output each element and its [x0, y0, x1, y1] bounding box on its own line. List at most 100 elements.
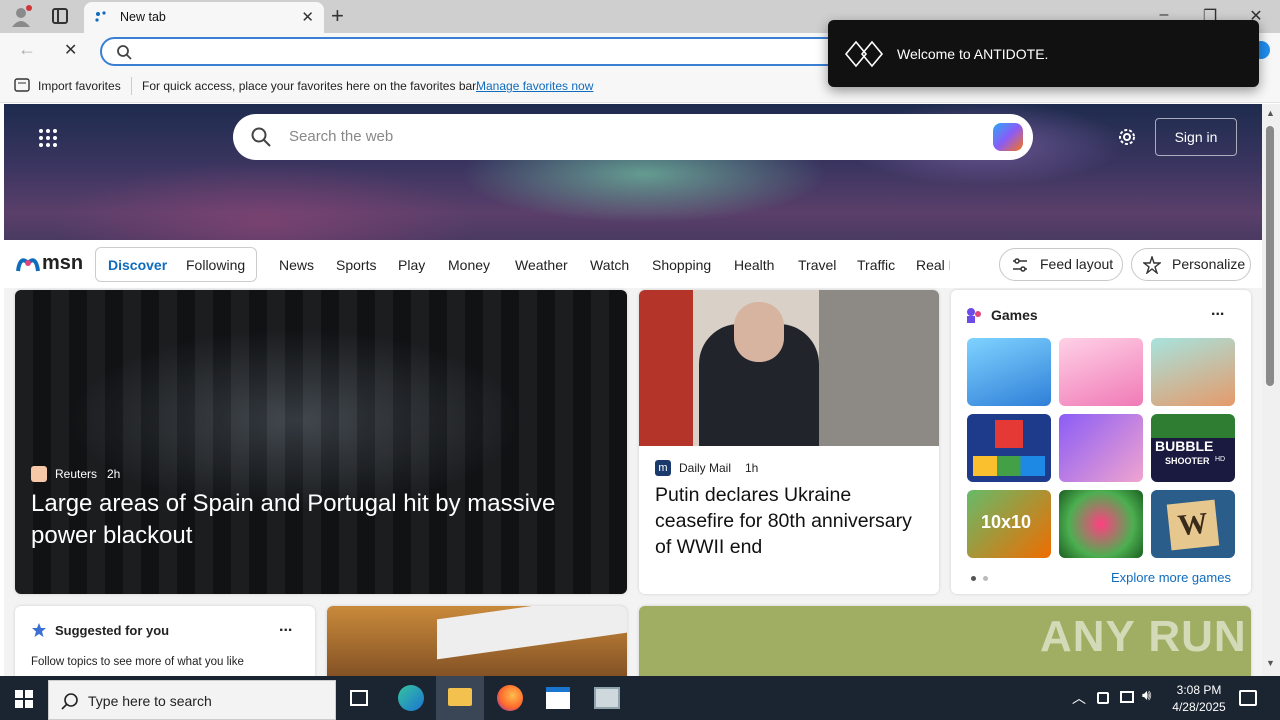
sign-in-button[interactable]: Sign in	[1155, 118, 1237, 156]
game-tile-hospital[interactable]	[1151, 338, 1235, 406]
games-icon	[967, 308, 981, 323]
file-explorer-icon[interactable]	[436, 676, 484, 720]
import-favorites-button[interactable]: Import favorites	[38, 79, 121, 93]
msn-butterfly-icon	[16, 258, 40, 272]
manage-favorites-link[interactable]: Manage favorites now	[476, 79, 593, 93]
w-text: W	[1176, 506, 1210, 543]
main-story-card[interactable]: Reuters 2h Large areas of Spain and Port…	[15, 290, 627, 594]
game-tile-10x10[interactable]: 10x10	[967, 490, 1051, 558]
profile-icon[interactable]	[10, 5, 32, 27]
game-tile-bubble-shooter[interactable]: BUBBLE SHOOTER HD	[1151, 414, 1235, 482]
import-favorites-icon	[14, 78, 30, 92]
volume-icon[interactable]: 🔊︎	[1142, 687, 1151, 704]
tab-following[interactable]: Following	[186, 257, 245, 273]
apps-grid-icon[interactable]	[38, 128, 58, 148]
nav-money[interactable]: Money	[448, 257, 490, 273]
suggested-more-icon[interactable]: ...	[279, 618, 292, 636]
games-title: Games	[991, 307, 1038, 323]
feed-layout-button[interactable]: Feed layout	[999, 248, 1123, 281]
stop-icon[interactable]: ✕	[64, 40, 77, 60]
game-tile-block-puzzle[interactable]	[967, 414, 1051, 482]
close-tab-icon[interactable]: ✕	[301, 8, 314, 26]
tab-discover[interactable]: Discover	[108, 257, 167, 273]
antidote-toast[interactable]: Welcome to ANTIDOTE.	[828, 20, 1259, 87]
nav-news[interactable]: News	[279, 257, 314, 273]
scroll-thumb[interactable]	[1266, 126, 1274, 386]
games-more-icon[interactable]: ...	[1211, 302, 1224, 320]
tray-app-icon[interactable]	[1097, 692, 1109, 704]
carousel-dot-active[interactable]	[971, 576, 976, 581]
carousel-dot[interactable]	[983, 576, 988, 581]
nav-traffic[interactable]: Traffic	[857, 257, 895, 273]
second-story-card[interactable]: m Daily Mail 1h Putin declares Ukraine c…	[639, 290, 939, 594]
task-view-icon[interactable]	[350, 690, 368, 706]
settings-gear-icon[interactable]	[1116, 126, 1138, 148]
nav-real-estate[interactable]: Real E	[916, 257, 950, 273]
explore-games-link[interactable]: Explore more games	[1111, 570, 1231, 585]
address-input[interactable]	[100, 37, 860, 66]
clock-date[interactable]: 4/28/2025	[1166, 700, 1232, 714]
search-icon	[117, 45, 132, 60]
nav-play[interactable]: Play	[398, 257, 425, 273]
sliders-icon	[1013, 258, 1027, 272]
nav-watch[interactable]: Watch	[590, 257, 629, 273]
game-tile-makeup[interactable]	[1059, 414, 1143, 482]
personalize-button[interactable]: Personalize	[1131, 248, 1251, 281]
shooter-text: SHOOTER	[1165, 456, 1210, 466]
tray-chevron-icon[interactable]: ︿	[1072, 688, 1086, 708]
tab-actions-icon[interactable]	[52, 8, 68, 24]
msn-logo[interactable]: msn	[16, 250, 84, 276]
suggested-body: Follow topics to see more of what you li…	[31, 656, 244, 668]
nav-weather[interactable]: Weather	[515, 257, 568, 273]
back-icon[interactable]: ←	[18, 39, 36, 60]
clock-time[interactable]: 3:08 PM	[1170, 683, 1228, 697]
second-headline[interactable]: Putin declares Ukraine ceasefire for 80t…	[655, 482, 925, 560]
game-tile-customer[interactable]	[967, 338, 1051, 406]
new-tab-button[interactable]: +	[331, 3, 344, 29]
personalize-label: Personalize	[1172, 256, 1246, 272]
loading-icon	[94, 10, 108, 24]
antidote-logo-icon	[844, 40, 884, 68]
taskbar-search-box[interactable]: Type here to search	[48, 680, 336, 720]
game-tile-word[interactable]: W	[1151, 490, 1235, 558]
game-tile-jewel[interactable]	[1059, 490, 1143, 558]
scroll-down-icon[interactable]: ▼	[1266, 658, 1275, 668]
source-age: 1h	[745, 461, 759, 475]
discover-following-tabs: Discover Following	[95, 247, 257, 282]
story-card-house[interactable]	[327, 606, 627, 686]
favorites-hint: For quick access, place your favorites h…	[142, 79, 479, 93]
vertical-scrollbar[interactable]: ▲ ▼	[1262, 104, 1280, 676]
web-search-box[interactable]: Search the web	[233, 114, 1033, 160]
game-tile-dressup[interactable]	[1059, 338, 1143, 406]
app-window-icon[interactable]	[546, 687, 570, 709]
notifications-icon[interactable]	[1239, 690, 1257, 706]
suggested-title: Suggested for you	[55, 623, 170, 638]
main-headline[interactable]: Large areas of Spain and Portugal hit by…	[31, 488, 591, 552]
folder-shape	[448, 688, 472, 706]
source-name: Daily Mail	[679, 461, 732, 475]
windows-taskbar: Type here to search ︿ 🔊︎ 3:08 PM 4/28/20…	[0, 676, 1280, 720]
search-icon	[61, 693, 78, 710]
favbar-divider	[131, 77, 132, 95]
msn-nav-row: msn Discover Following News Sports Play …	[4, 240, 1262, 288]
hd-text: HD	[1215, 456, 1226, 463]
tab-new-tab[interactable]: New tab ✕	[84, 2, 324, 33]
anyrun-watermark: ANY RUN	[1040, 612, 1247, 662]
web-search-placeholder: Search the web	[289, 128, 394, 145]
nav-sports[interactable]: Sports	[336, 257, 376, 273]
network-icon[interactable]	[1120, 691, 1134, 703]
firefox-icon[interactable]	[497, 685, 523, 711]
edge-icon[interactable]	[398, 685, 424, 711]
w-tile: W	[1166, 499, 1220, 551]
network-app-icon[interactable]	[594, 687, 620, 709]
star-edit-icon	[1143, 256, 1161, 274]
nav-shopping[interactable]: Shopping	[652, 257, 711, 273]
msn-logo-text: msn	[42, 252, 84, 274]
nav-health[interactable]: Health	[734, 257, 774, 273]
putin-photo	[639, 290, 939, 446]
copilot-icon[interactable]	[993, 123, 1023, 151]
nav-travel[interactable]: Travel	[798, 257, 836, 273]
windows-start-icon[interactable]	[15, 690, 33, 708]
watermark-text: ANY RUN	[1040, 612, 1247, 661]
scroll-up-icon[interactable]: ▲	[1266, 108, 1275, 118]
